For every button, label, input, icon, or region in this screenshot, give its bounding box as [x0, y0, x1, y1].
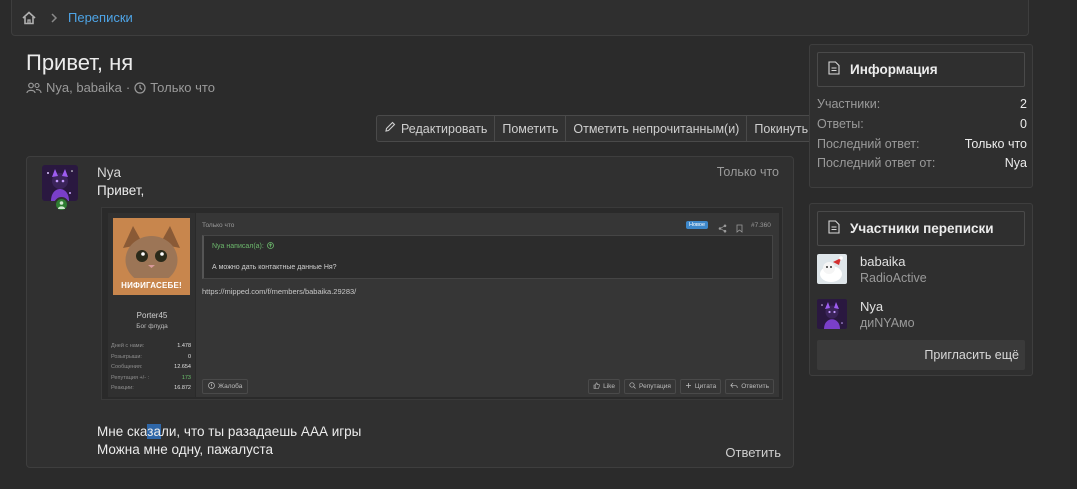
participant-item[interactable]: babaika RadioActive — [817, 254, 1027, 286]
clock-icon — [134, 81, 146, 94]
plus-icon — [685, 382, 692, 391]
info-block-header: Информация — [817, 52, 1025, 87]
message: Nya Только что Привет, НИФИГАСЕБЕ! Porte… — [26, 156, 794, 468]
share-icon — [718, 221, 727, 233]
participant-name[interactable]: Nya — [860, 299, 883, 314]
meta-participants[interactable]: Nya, babaika — [46, 80, 122, 95]
home-icon[interactable] — [20, 9, 38, 27]
message-time[interactable]: Только что — [717, 165, 779, 179]
info-block: Информация Участники: 2 Ответы: 0 Последни… — [809, 44, 1033, 188]
embedded-url: https://mipped.com/f/members/babaika.292… — [202, 287, 357, 296]
pencil-icon — [384, 121, 396, 136]
quote-header: Nya написал(а): — [212, 242, 274, 251]
warning-icon — [208, 382, 215, 391]
online-status-icon — [54, 197, 69, 212]
info-row: Ответы: 0 — [817, 117, 1027, 131]
mark-unread-button[interactable]: Отметить непрочитанным(и) — [566, 116, 748, 141]
reply-icon — [730, 382, 738, 391]
breadcrumb-item-conversations[interactable]: Переписки — [68, 10, 133, 25]
participant-name[interactable]: babaika — [860, 254, 906, 269]
stat-row: Дней с нами: 1.478 — [111, 343, 191, 349]
mark-button[interactable]: Пометить — [495, 116, 567, 141]
thumbs-up-icon — [593, 382, 600, 391]
info-block-title: Информация — [850, 62, 938, 77]
participants-block-header: Участники переписки — [817, 211, 1025, 246]
new-badge: Новое — [686, 221, 709, 229]
message-text-line: Привет, — [97, 183, 145, 198]
document-icon — [828, 220, 840, 237]
bookmark-icon — [735, 221, 744, 233]
avatar-caption: НИФИГАСЕБЕ! — [121, 281, 182, 290]
reply-button[interactable]: Ответить — [725, 445, 781, 460]
embedded-quote: Nya написал(а): А можно дать контактные … — [202, 235, 773, 279]
embedded-report-button: Жалоба — [202, 379, 249, 394]
participants-block-title: Участники переписки — [850, 221, 994, 236]
document-icon — [828, 61, 840, 78]
quote-text: А можно дать контактные данные Ня? — [212, 264, 337, 271]
arrow-up-icon — [266, 242, 274, 251]
info-row: Последний ответ от: Nya — [817, 156, 1027, 170]
embedded-post-time: Только что — [202, 222, 235, 229]
embedded-user-stats: Дней с нами: 1.478 Розыгрыши: 0 Сообщения:… — [111, 343, 191, 396]
embedded-username: Porter45 — [136, 311, 168, 320]
post-number: #7.360 — [751, 222, 771, 229]
chevron-right-icon — [50, 12, 58, 23]
embedded-like-button: Like — [588, 379, 621, 394]
meta-separator: · — [125, 80, 131, 95]
participant-role: RadioActive — [860, 271, 927, 285]
embedded-reply-button: Ответить — [725, 379, 774, 394]
embedded-user-panel: НИФИГАСЕБЕ! Porter45 Бог флуда Дней с на… — [108, 213, 196, 397]
page-meta: Nya, babaika · Только что — [26, 80, 215, 95]
breadcrumb: Переписки — [11, 0, 1029, 36]
avatar[interactable] — [42, 165, 78, 201]
users-icon — [26, 82, 42, 94]
embedded-post-actions: Like Репутация Цитата Ответить — [588, 379, 774, 394]
message-username[interactable]: Nya — [97, 165, 121, 180]
meta-time: Только что — [150, 80, 215, 95]
embedded-quote-button: Цитата — [679, 379, 722, 394]
embedded-reputation-button: Репутация — [624, 379, 676, 394]
info-row: Последний ответ: Только что — [817, 137, 1027, 151]
participant-role: диNYAмо — [860, 316, 915, 330]
stat-row: Репутация +/- :173 — [111, 374, 191, 381]
embedded-post: НИФИГАСЕБЕ! Porter45 Бог флуда Дней с на… — [107, 212, 780, 398]
info-row: Участники: 2 — [817, 97, 1027, 111]
edit-button[interactable]: Редактировать — [377, 116, 496, 141]
embedded-screenshot[interactable]: НИФИГАСЕБЕ! Porter45 Бог флуда Дней с на… — [101, 207, 783, 400]
avatar[interactable] — [817, 254, 847, 284]
message-text-line: Мне сказали, что ты разадаешь ААА игры — [97, 424, 362, 439]
cat-avatar-image: НИФИГАСЕБЕ! — [113, 218, 190, 295]
participants-block: Участники переписки babaika RadioActive … — [809, 203, 1033, 376]
selected-text: за — [147, 424, 161, 439]
conversation-actions: Редактировать Пометить Отметить непрочит… — [376, 115, 817, 142]
embedded-user-role: Бог флуда — [136, 323, 168, 330]
page-scrollbar[interactable] — [1070, 0, 1077, 489]
stat-row: Реакции: 16.872 — [111, 385, 191, 391]
avatar[interactable] — [817, 299, 847, 329]
invite-more-button[interactable]: Пригласить ещё — [817, 340, 1025, 370]
leave-button[interactable]: Покинуть — [747, 116, 815, 141]
participant-item[interactable]: Nya диNYAмо — [817, 299, 1027, 331]
page-title: Привет, ня — [26, 50, 134, 75]
magnifier-icon — [629, 382, 636, 391]
stat-row: Сообщения: 12.654 — [111, 364, 191, 370]
stat-row: Розыгрыши: 0 — [111, 353, 191, 360]
message-text-line: Можна мне одну, пажалуста — [97, 442, 274, 457]
